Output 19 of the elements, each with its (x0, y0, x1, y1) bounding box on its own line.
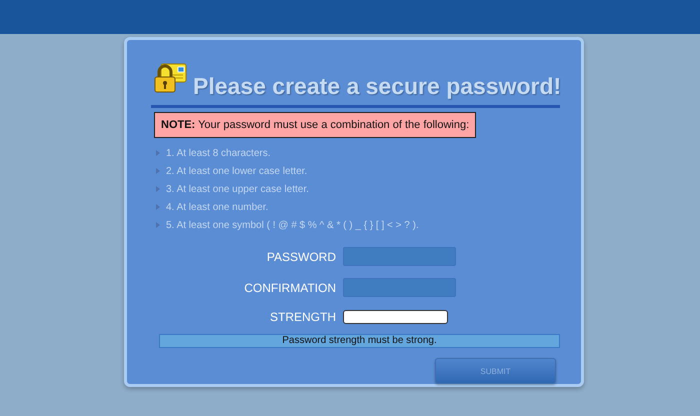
bullet-icon (156, 204, 160, 210)
field-label: STRENGTH (269, 310, 337, 324)
field-label: CONFIRMATION (243, 280, 337, 294)
password-field[interactable] (343, 247, 456, 266)
bullet-icon (156, 222, 160, 228)
note-box: NOTE: Your password must use a combination of the following: (154, 112, 476, 138)
password-field[interactable] (343, 278, 456, 297)
rule-item: 2. At least one lower case letter. (166, 166, 308, 176)
field-label: PASSWORD (266, 250, 337, 264)
bullet-icon (156, 150, 160, 156)
rule-item: 3. At least one upper case letter. (166, 184, 309, 194)
rule-item: 1. At least 8 characters. (166, 148, 270, 158)
padlock-icon (153, 63, 187, 93)
bullet-icon (156, 168, 160, 174)
bullet-icon (156, 186, 160, 192)
rule-item: 5. At least one symbol ( ! @ # $ % ^ & * ( ) _ { } [ ] < > ? ). (166, 220, 419, 230)
rule-item: 4. At least one number. (166, 202, 268, 212)
strength-message: Password strength must be strong. (159, 334, 560, 348)
page-title: Please create a secure password! (193, 72, 562, 100)
